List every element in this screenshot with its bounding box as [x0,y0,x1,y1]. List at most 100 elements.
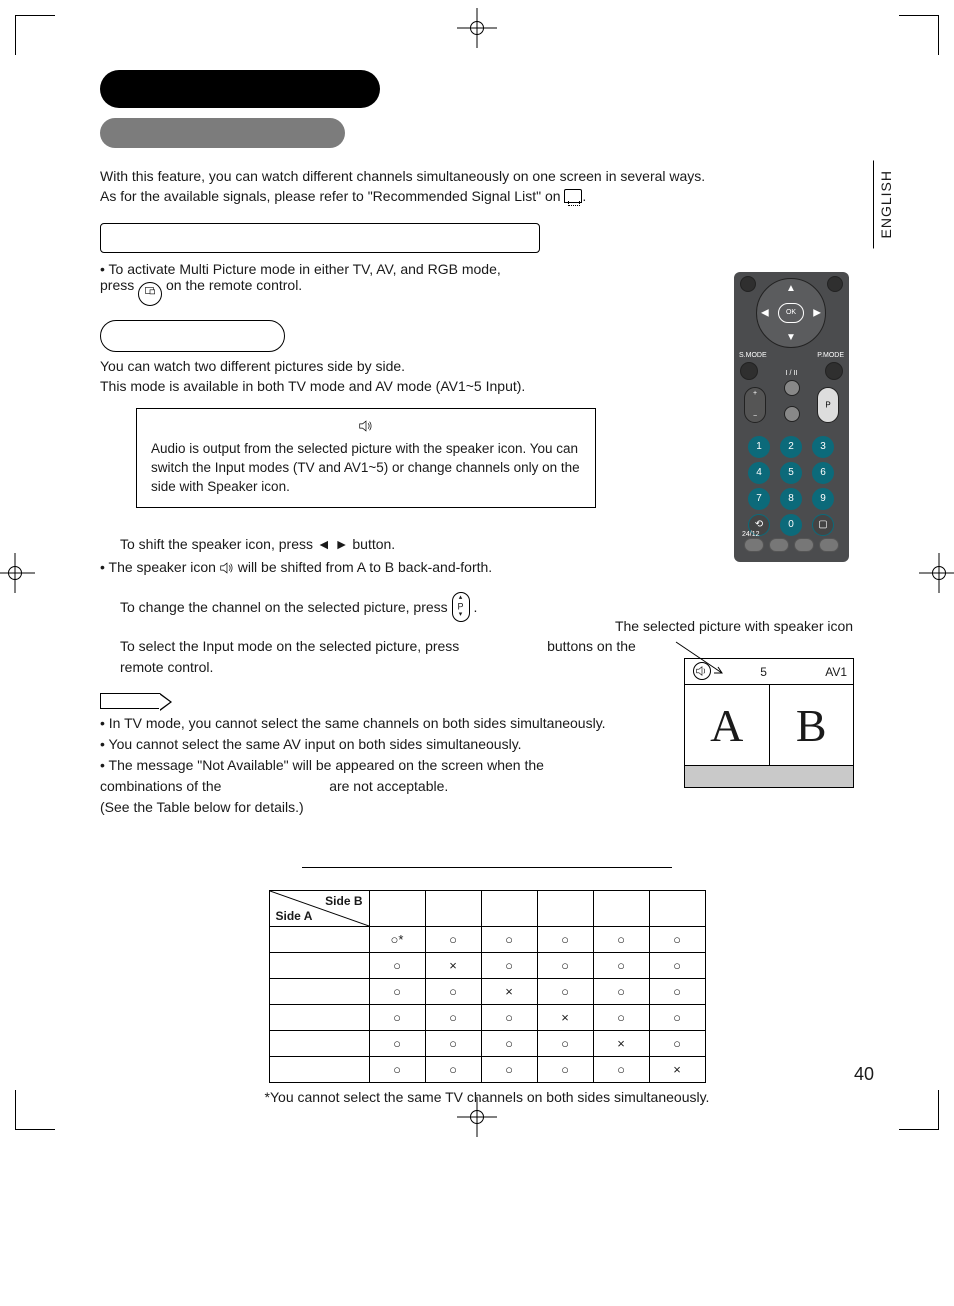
cell-1-1: ○* [369,927,425,953]
intro-paragraph: With this feature, you can watch differe… [100,166,874,207]
remote-vol-rocker: + − [744,387,766,423]
activate-line2b: on the remote control. [166,277,302,293]
row-head-1 [269,927,369,953]
cell-4-2: ○ [425,1005,481,1031]
remote-color-btn-1 [744,538,764,552]
remote-color-btn-4 [819,538,839,552]
cell-2-1: ○ [369,953,425,979]
registration-mark-bottom [457,1097,497,1137]
ab-mid-row: A B [685,685,853,765]
row-head-4 [269,1005,369,1031]
registration-mark-top [457,8,497,48]
cell-3-5: ○ [593,979,649,1005]
remote-dpad: ▲ ▼ ◀ ▶ OK [756,278,826,348]
row-head-6 [269,1057,369,1083]
speaker-icon [220,562,234,574]
remote-ok-button: OK [778,303,804,323]
page-number: 40 [854,1064,874,1085]
cell-5-4: ○ [537,1031,593,1057]
ab-speaker-badge [693,662,711,680]
multipic-key-icon [138,282,162,306]
ab-cell-b: B [770,685,854,765]
notes-bullet-3c: are not acceptable. [329,778,448,794]
intro-line2b: . [582,188,586,204]
dpad-right-icon: ▶ [813,308,821,319]
ab-label-channel: 5 [760,665,767,679]
cell-6-3: ○ [481,1057,537,1083]
intro-line2a: As for the available signals, please ref… [100,188,564,204]
remote-label-2412: 24/12 [742,531,760,538]
ab-bottom-bar [685,765,853,787]
cell-4-4: × [537,1005,593,1031]
notes-bullet-4: (See the Table below for details.) [100,797,874,817]
section-subheader-gray-pill [100,118,345,148]
cell-2-5: ○ [593,953,649,979]
col-head-2 [425,891,481,927]
diag-header: Side B Side A [269,891,369,927]
language-tab: ENGLISH [873,160,894,248]
dpad-down-icon: ▼ [786,332,796,343]
cell-3-6: ○ [649,979,705,1005]
remote-btn-pmode [825,362,843,380]
cell-1-4: ○ [537,927,593,953]
row-head-2 [269,953,369,979]
remote-num-9: 9 [812,488,834,510]
col-head-1 [369,891,425,927]
diag-label-side-a: Side A [276,909,313,923]
instr-speaker-b: will be shifted from A to B back-and-for… [238,559,492,575]
cell-6-1: ○ [369,1057,425,1083]
notes-bullet-3a: • The message "Not Available" will be ap… [100,757,544,773]
subsection-box-2 [100,320,285,352]
remote-num-6: 6 [812,462,834,484]
ab-cell-a: A [685,685,770,765]
cell-4-3: ○ [481,1005,537,1031]
cell-3-3: × [481,979,537,1005]
col-head-4 [537,891,593,927]
instr-input-a: To select the Input mode on the selected… [120,638,463,654]
remote-num-3: 3 [812,436,834,458]
cell-3-1: ○ [369,979,425,1005]
remote-num-4: 4 [748,462,770,484]
twin-line2: This mode is available in both TV mode a… [100,378,525,394]
remote-btn-top-right [827,276,843,292]
cell-2-6: ○ [649,953,705,979]
cell-4-5: ○ [593,1005,649,1031]
cell-5-1: ○ [369,1031,425,1057]
remote-prog-rocker: P [817,387,839,423]
p-key-icon: P [452,592,470,622]
remote-btn-mute [784,406,800,422]
compat-table-wrap: Side B Side A ○* ○ ○ ○ ○ ○ ○ × ○ ○ ○ [100,867,874,1105]
dpad-left-icon: ◀ [761,308,769,319]
ab-label-av: AV1 [825,665,847,679]
twin-line1: You can watch two different pictures sid… [100,358,405,374]
notes-bullet-3b: combinations of the [100,778,225,794]
cell-1-5: ○ [593,927,649,953]
cell-3-4: ○ [537,979,593,1005]
remote-num-0: 0 [780,514,802,536]
cell-2-4: ○ [537,953,593,979]
ab-picture-diagram: 5 AV1 A B [684,658,854,788]
cell-6-2: ○ [425,1057,481,1083]
remote-num-1: 1 [748,436,770,458]
instr-speaker-a: • The speaker icon [100,559,220,575]
selected-picture-caption: The selected picture with speaker icon [604,618,864,634]
remote-control-diagram: ▲ ▼ ◀ ▶ OK S.MODE P.MODE I / II + − P 1 … [734,272,849,562]
activate-line1: • To activate Multi Picture mode in eith… [100,261,501,277]
diag-label-side-b: Side B [325,894,362,908]
cell-1-3: ○ [481,927,537,953]
remote-btn-top-left [740,276,756,292]
dpad-up-icon: ▲ [786,283,796,294]
remote-btn-i-ii [784,380,800,396]
cell-3-2: ○ [425,979,481,1005]
remote-label-smode: S.MODE [739,352,767,359]
ab-top-bar: 5 AV1 [685,659,853,685]
cell-2-2: × [425,953,481,979]
remote-btn-multipic: ▢ [812,514,834,536]
crop-mark-tr [899,15,939,55]
cell-6-5: ○ [593,1057,649,1083]
col-head-3 [481,891,537,927]
cell-2-3: ○ [481,953,537,979]
row-head-5 [269,1031,369,1057]
crop-mark-bl [15,1090,55,1130]
notes-arrow-tab [100,693,160,709]
